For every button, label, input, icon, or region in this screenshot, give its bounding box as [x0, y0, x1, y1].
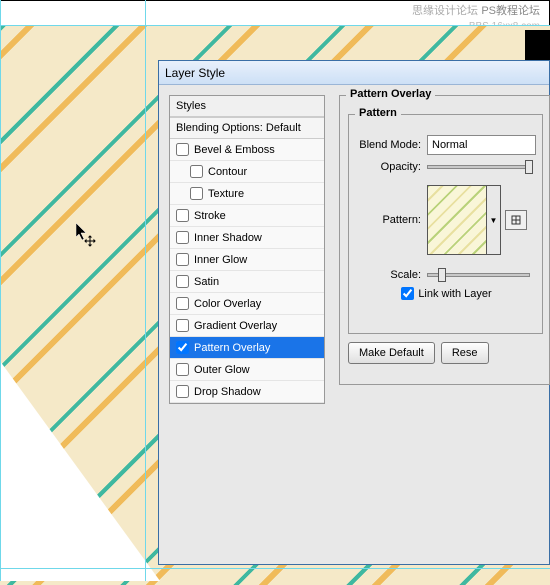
style-label: Bevel & Emboss: [194, 144, 275, 156]
style-label: Texture: [208, 188, 244, 200]
pattern-label: Pattern:: [357, 214, 427, 226]
style-row-inner-shadow[interactable]: Inner Shadow: [170, 227, 324, 249]
style-row-color-overlay[interactable]: Color Overlay: [170, 293, 324, 315]
style-checkbox[interactable]: [176, 209, 189, 222]
style-label: Inner Glow: [194, 254, 247, 266]
style-label: Inner Shadow: [194, 232, 262, 244]
move-cursor-icon: [76, 223, 96, 247]
opacity-label: Opacity:: [357, 161, 427, 173]
style-label: Contour: [208, 166, 247, 178]
style-checkbox[interactable]: [176, 363, 189, 376]
scale-label: Scale:: [357, 269, 427, 281]
styles-header[interactable]: Styles: [170, 96, 324, 117]
opacity-slider[interactable]: [427, 165, 530, 169]
guide-vertical: [145, 0, 146, 581]
style-label: Stroke: [194, 210, 226, 222]
style-label: Drop Shadow: [194, 386, 261, 398]
guide-horizontal: [0, 568, 550, 569]
pattern-swatch[interactable]: [427, 185, 487, 255]
style-checkbox[interactable]: [176, 253, 189, 266]
style-row-satin[interactable]: Satin: [170, 271, 324, 293]
style-checkbox[interactable]: [176, 319, 189, 332]
style-row-bevel-emboss[interactable]: Bevel & Emboss: [170, 139, 324, 161]
style-label: Outer Glow: [194, 364, 250, 376]
snap-to-origin-button[interactable]: [505, 210, 527, 230]
dialog-title: Layer Style: [165, 66, 225, 80]
style-row-pattern-overlay[interactable]: Pattern Overlay: [170, 337, 324, 359]
make-default-button[interactable]: Make Default: [348, 342, 435, 364]
style-row-texture[interactable]: Texture: [170, 183, 324, 205]
style-label: Pattern Overlay: [194, 342, 270, 354]
style-checkbox[interactable]: [190, 187, 203, 200]
style-row-outer-glow[interactable]: Outer Glow: [170, 359, 324, 381]
reset-to-default-button[interactable]: Rese: [441, 342, 489, 364]
link-with-layer-checkbox[interactable]: Link with Layer: [401, 287, 491, 300]
style-checkbox[interactable]: [176, 275, 189, 288]
blend-mode-select[interactable]: Normal: [427, 135, 536, 155]
blend-mode-label: Blend Mode:: [357, 139, 427, 151]
scale-slider[interactable]: [427, 273, 530, 277]
style-checkbox[interactable]: [176, 341, 189, 354]
chevron-down-icon: ▼: [490, 216, 498, 225]
style-checkbox[interactable]: [176, 385, 189, 398]
pattern-picker-dropdown[interactable]: ▼: [487, 185, 501, 255]
style-checkbox[interactable]: [176, 143, 189, 156]
style-checkbox[interactable]: [176, 231, 189, 244]
style-row-inner-glow[interactable]: Inner Glow: [170, 249, 324, 271]
pattern-overlay-group-label: Pattern Overlay: [346, 88, 435, 100]
styles-list: Styles Blending Options: Default Bevel &…: [169, 95, 325, 404]
style-row-contour[interactable]: Contour: [170, 161, 324, 183]
blending-options-header[interactable]: Blending Options: Default: [170, 117, 324, 139]
pattern-subgroup-label: Pattern: [355, 107, 401, 119]
style-row-stroke[interactable]: Stroke: [170, 205, 324, 227]
style-row-gradient-overlay[interactable]: Gradient Overlay: [170, 315, 324, 337]
style-label: Satin: [194, 276, 219, 288]
style-label: Color Overlay: [194, 298, 261, 310]
style-checkbox[interactable]: [176, 297, 189, 310]
style-label: Gradient Overlay: [194, 320, 277, 332]
slider-thumb[interactable]: [438, 268, 446, 282]
style-checkbox[interactable]: [190, 165, 203, 178]
style-row-drop-shadow[interactable]: Drop Shadow: [170, 381, 324, 403]
dialog-titlebar[interactable]: Layer Style: [159, 61, 549, 85]
layer-style-dialog: Layer Style Styles Blending Options: Def…: [158, 60, 550, 565]
guide-vertical: [0, 0, 1, 581]
slider-thumb[interactable]: [525, 160, 533, 174]
guide-horizontal: [0, 25, 550, 26]
